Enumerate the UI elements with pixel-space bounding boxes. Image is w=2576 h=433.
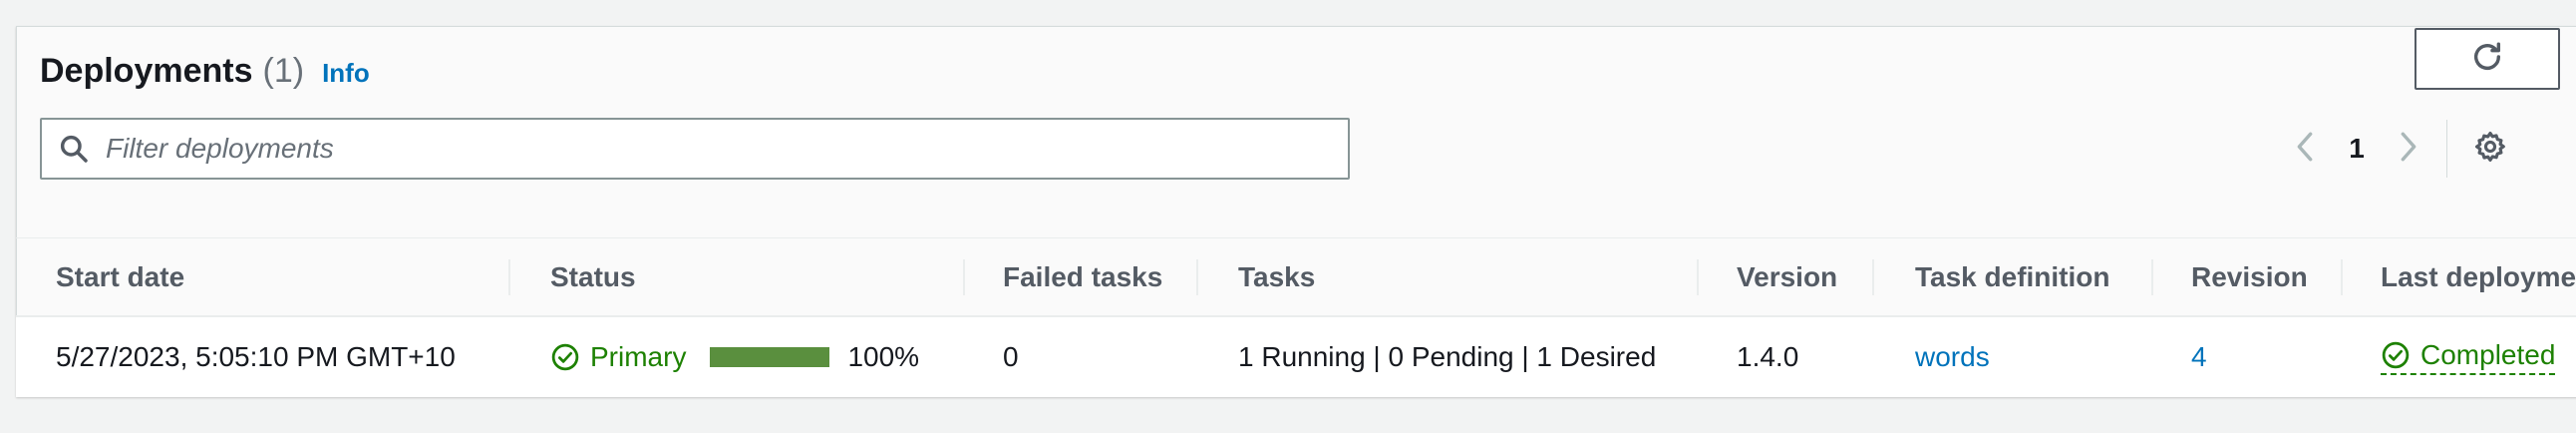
current-page-number[interactable]: 1 [2327, 133, 2387, 165]
deployments-count: (1) [262, 52, 305, 90]
column-resizer[interactable] [2151, 259, 2153, 295]
next-page-button[interactable] [2387, 122, 2430, 176]
column-header-start-date[interactable]: Start date [56, 239, 184, 315]
status-label: Primary [590, 341, 687, 372]
column-resizer[interactable] [1697, 259, 1699, 295]
column-header-version[interactable]: Version [1737, 239, 1837, 315]
pagination-divider [2446, 120, 2447, 178]
tasks-cell: 1 Running | 0 Pending | 1 Desired [1238, 341, 1657, 372]
version-cell: 1.4.0 [1737, 341, 1799, 372]
chevron-left-icon [2294, 130, 2316, 169]
gear-icon [2473, 130, 2507, 169]
failed-tasks-cell: 0 [1003, 341, 1019, 372]
check-circle-icon [550, 342, 580, 372]
info-link[interactable]: Info [322, 58, 370, 89]
column-resizer[interactable] [508, 259, 510, 295]
last-deployment-cell: Completed [2381, 317, 2556, 397]
column-resizer[interactable] [1872, 259, 1874, 295]
last-deployment-label: Completed [2420, 339, 2556, 370]
refresh-icon [2470, 40, 2504, 79]
column-resizer[interactable] [1196, 259, 1198, 295]
table-settings-button[interactable] [2463, 122, 2517, 176]
column-header-task-definition[interactable]: Task definition [1915, 239, 2110, 315]
table-row: 5/27/2023, 5:05:10 PM GMT+10 Primary 100… [16, 317, 2576, 397]
table-header: Start date Status Failed tasks Tasks Ver… [16, 239, 2576, 315]
chevron-right-icon [2398, 130, 2419, 169]
column-header-tasks[interactable]: Tasks [1238, 239, 1315, 315]
pagination: 1 [2283, 120, 2517, 178]
rollout-progress-fill [710, 347, 830, 367]
column-header-revision[interactable]: Revision [2191, 239, 2308, 315]
column-header-last-deployment[interactable]: Last deployme [2381, 239, 2576, 315]
refresh-button[interactable] [2415, 28, 2560, 90]
column-resizer[interactable] [2341, 259, 2343, 295]
rollout-progress-bar [710, 347, 830, 367]
previous-page-button[interactable] [2283, 122, 2327, 176]
start-date-cell: 5/27/2023, 5:05:10 PM GMT+10 [56, 341, 456, 372]
panel-title: Deployments [40, 52, 253, 90]
column-resizer[interactable] [963, 259, 965, 295]
revision-link[interactable]: 4 [2191, 317, 2207, 397]
table-top-border [16, 237, 2576, 238]
filter-deployments-input[interactable] [104, 132, 1304, 166]
panel-header: Deployments (1) Info [40, 52, 370, 91]
search-icon [56, 131, 92, 167]
column-header-failed-tasks[interactable]: Failed tasks [1003, 239, 1162, 315]
last-deployment-status[interactable]: Completed [2381, 339, 2556, 375]
task-definition-link[interactable]: words [1915, 317, 1990, 397]
status-cell: Primary 100% [550, 317, 919, 397]
filter-deployments-field[interactable] [40, 118, 1350, 180]
rollout-progress-label: 100% [847, 341, 920, 372]
column-header-status[interactable]: Status [550, 239, 636, 315]
check-circle-icon [2381, 340, 2411, 370]
